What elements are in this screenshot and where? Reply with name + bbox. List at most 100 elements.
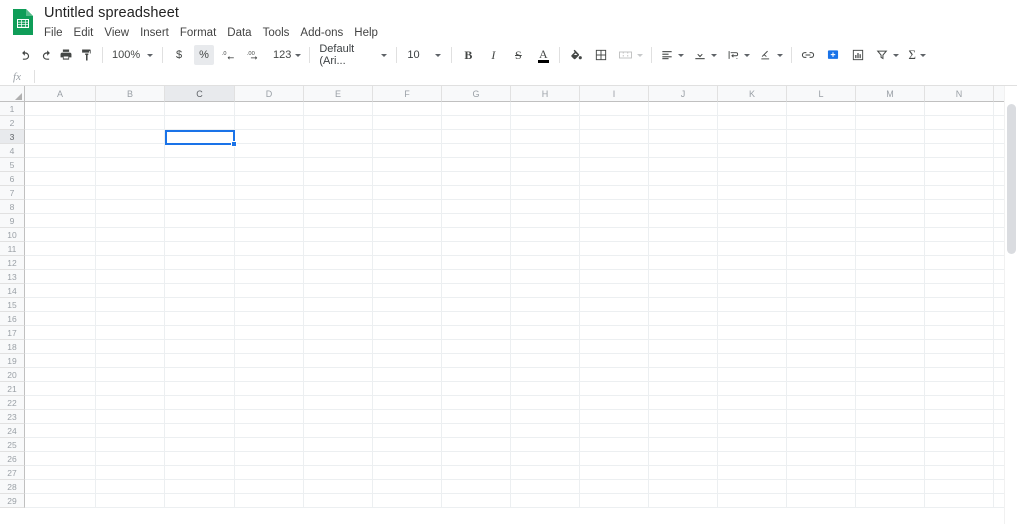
row-header-24[interactable]: 24 xyxy=(0,424,25,438)
cell-J27[interactable] xyxy=(649,466,718,480)
cell-D23[interactable] xyxy=(235,410,304,424)
cell-K25[interactable] xyxy=(718,438,787,452)
cell-A15[interactable] xyxy=(25,298,96,312)
cell-G27[interactable] xyxy=(442,466,511,480)
cell-B13[interactable] xyxy=(96,270,165,284)
cell-I4[interactable] xyxy=(580,144,649,158)
cell-K2[interactable] xyxy=(718,116,787,130)
cell-M29[interactable] xyxy=(856,494,925,508)
row-header-27[interactable]: 27 xyxy=(0,466,25,480)
cell-E12[interactable] xyxy=(304,256,373,270)
cell-N21[interactable] xyxy=(925,382,994,396)
cell-D20[interactable] xyxy=(235,368,304,382)
cell-A9[interactable] xyxy=(25,214,96,228)
cell-L14[interactable] xyxy=(787,284,856,298)
cell-L27[interactable] xyxy=(787,466,856,480)
cell-G9[interactable] xyxy=(442,214,511,228)
cell-L23[interactable] xyxy=(787,410,856,424)
cell-G4[interactable] xyxy=(442,144,511,158)
cell-M9[interactable] xyxy=(856,214,925,228)
cell-D12[interactable] xyxy=(235,256,304,270)
column-header-J[interactable]: J xyxy=(649,86,718,102)
cell-D18[interactable] xyxy=(235,340,304,354)
cell-D29[interactable] xyxy=(235,494,304,508)
cell-I25[interactable] xyxy=(580,438,649,452)
cell-B7[interactable] xyxy=(96,186,165,200)
cell-H6[interactable] xyxy=(511,172,580,186)
cell-D6[interactable] xyxy=(235,172,304,186)
cell-L18[interactable] xyxy=(787,340,856,354)
cell-I21[interactable] xyxy=(580,382,649,396)
cell-L4[interactable] xyxy=(787,144,856,158)
cell-E3[interactable] xyxy=(304,130,373,144)
row-header-12[interactable]: 12 xyxy=(0,256,25,270)
row-header-20[interactable]: 20 xyxy=(0,368,25,382)
cell-M6[interactable] xyxy=(856,172,925,186)
cell-F10[interactable] xyxy=(373,228,442,242)
cell-F17[interactable] xyxy=(373,326,442,340)
cell-C20[interactable] xyxy=(165,368,235,382)
column-header-N[interactable]: N xyxy=(925,86,994,102)
cell-N6[interactable] xyxy=(925,172,994,186)
cell-H27[interactable] xyxy=(511,466,580,480)
cell-M22[interactable] xyxy=(856,396,925,410)
cell-N27[interactable] xyxy=(925,466,994,480)
cell-H13[interactable] xyxy=(511,270,580,284)
paint-format-icon[interactable] xyxy=(76,45,96,65)
cell-N5[interactable] xyxy=(925,158,994,172)
cell-L5[interactable] xyxy=(787,158,856,172)
cell-L25[interactable] xyxy=(787,438,856,452)
cell-L9[interactable] xyxy=(787,214,856,228)
cell-N10[interactable] xyxy=(925,228,994,242)
cell-L1[interactable] xyxy=(787,102,856,116)
column-header-A[interactable]: A xyxy=(25,86,96,102)
cell-I28[interactable] xyxy=(580,480,649,494)
column-header-H[interactable]: H xyxy=(511,86,580,102)
cell-I12[interactable] xyxy=(580,256,649,270)
cell-B26[interactable] xyxy=(96,452,165,466)
cell-N3[interactable] xyxy=(925,130,994,144)
cell-I29[interactable] xyxy=(580,494,649,508)
cell-L21[interactable] xyxy=(787,382,856,396)
format-percent-button[interactable]: % xyxy=(194,45,214,65)
cell-H19[interactable] xyxy=(511,354,580,368)
cell-J7[interactable] xyxy=(649,186,718,200)
cell-F5[interactable] xyxy=(373,158,442,172)
cell-D3[interactable] xyxy=(235,130,304,144)
cell-L13[interactable] xyxy=(787,270,856,284)
cell-M26[interactable] xyxy=(856,452,925,466)
cell-I19[interactable] xyxy=(580,354,649,368)
cell-A11[interactable] xyxy=(25,242,96,256)
cell-G24[interactable] xyxy=(442,424,511,438)
cell-L19[interactable] xyxy=(787,354,856,368)
horizontal-align-icon[interactable] xyxy=(658,45,686,65)
cell-I9[interactable] xyxy=(580,214,649,228)
cell-G28[interactable] xyxy=(442,480,511,494)
cell-N29[interactable] xyxy=(925,494,994,508)
cell-N28[interactable] xyxy=(925,480,994,494)
cell-N18[interactable] xyxy=(925,340,994,354)
cell-N23[interactable] xyxy=(925,410,994,424)
cell-K16[interactable] xyxy=(718,312,787,326)
cell-A23[interactable] xyxy=(25,410,96,424)
cell-N24[interactable] xyxy=(925,424,994,438)
cell-C26[interactable] xyxy=(165,452,235,466)
cell-E2[interactable] xyxy=(304,116,373,130)
cell-C14[interactable] xyxy=(165,284,235,298)
cell-M14[interactable] xyxy=(856,284,925,298)
cell-F12[interactable] xyxy=(373,256,442,270)
cell-F11[interactable] xyxy=(373,242,442,256)
cell-C13[interactable] xyxy=(165,270,235,284)
cell-G20[interactable] xyxy=(442,368,511,382)
cell-I11[interactable] xyxy=(580,242,649,256)
cell-H20[interactable] xyxy=(511,368,580,382)
cell-B9[interactable] xyxy=(96,214,165,228)
cell-M7[interactable] xyxy=(856,186,925,200)
cell-N13[interactable] xyxy=(925,270,994,284)
cell-F16[interactable] xyxy=(373,312,442,326)
cell-B12[interactable] xyxy=(96,256,165,270)
cell-L11[interactable] xyxy=(787,242,856,256)
cell-M25[interactable] xyxy=(856,438,925,452)
cell-G18[interactable] xyxy=(442,340,511,354)
cell-K15[interactable] xyxy=(718,298,787,312)
